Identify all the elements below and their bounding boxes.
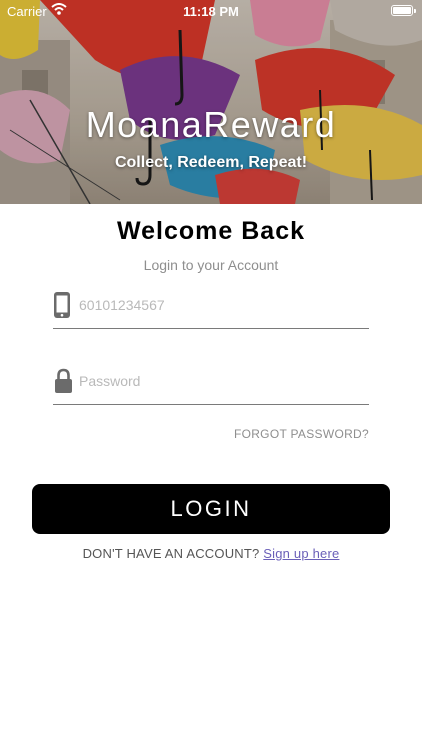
status-bar: Carrier 11:18 PM: [0, 0, 422, 22]
hero-banner: Carrier 11:18 PM MoanaReward Collect, Re…: [0, 0, 422, 204]
forgot-password-link[interactable]: FORGOT PASSWORD?: [234, 427, 369, 441]
battery-icon: [391, 5, 416, 16]
login-button[interactable]: LOGIN: [32, 484, 390, 534]
lock-icon: [55, 368, 72, 393]
signup-link[interactable]: Sign up here: [263, 546, 339, 561]
phone-input[interactable]: [79, 293, 365, 317]
app-tagline: Collect, Redeem, Repeat!: [114, 154, 308, 171]
no-account-text: DON'T HAVE AN ACCOUNT?: [82, 546, 260, 561]
login-subheading: Login to your Account: [143, 257, 279, 273]
status-time: 11:18 PM: [183, 4, 239, 19]
app-name: MoanaReward: [85, 104, 337, 145]
password-field: [53, 365, 369, 405]
password-input[interactable]: [79, 369, 365, 393]
signup-prompt: DON'T HAVE AN ACCOUNT? Sign up here: [0, 546, 422, 561]
phone-field: [53, 289, 369, 329]
welcome-heading: Welcome Back: [116, 217, 305, 245]
mobile-phone-icon: [54, 292, 70, 318]
hero-overlay: [0, 0, 422, 204]
